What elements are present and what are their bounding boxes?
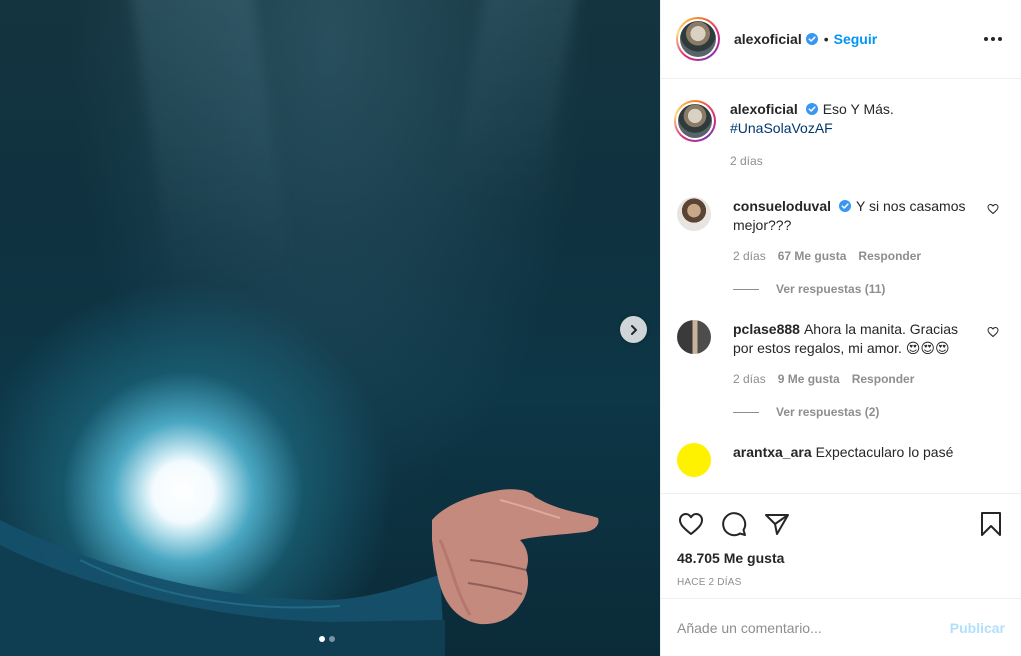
comment-item: consueloduval Y si nos casamos mejor??? 2… (677, 197, 1005, 266)
like-comment-heart-icon[interactable] (987, 326, 999, 338)
commenter-username[interactable]: consueloduval (733, 198, 831, 214)
chevron-right-icon (630, 324, 637, 335)
caption-avatar[interactable] (674, 100, 716, 142)
post-timestamp[interactable]: HACE 2 DÍAS (677, 577, 1005, 588)
view-replies-button[interactable]: Ver respuestas (2) (733, 405, 1005, 419)
publish-button[interactable]: Publicar (950, 620, 1005, 636)
post-actions: 48.705 Me gusta HACE 2 DÍAS (661, 493, 1021, 588)
author-username[interactable]: alexoficial (734, 31, 802, 47)
commenter-avatar[interactable] (677, 443, 711, 477)
comments-list[interactable]: alexoficial Eso Y Más. #UnaSolaVozAF 2 dí… (661, 80, 1021, 493)
like-count[interactable]: 48.705 Me gusta (677, 550, 1005, 566)
next-slide-button[interactable] (620, 316, 647, 343)
comment-item: pclase888 Ahora la manita. Gracias por es… (677, 320, 1005, 389)
avatar-image (680, 21, 716, 57)
post-image (0, 0, 660, 656)
comment-likes[interactable]: 67 Me gusta (778, 247, 847, 266)
comment-input[interactable] (677, 619, 950, 636)
replies-divider (733, 411, 759, 413)
carousel-indicator (319, 636, 335, 642)
commenter-avatar[interactable] (677, 197, 711, 231)
author-avatar[interactable] (676, 17, 720, 61)
ellipsis-icon (984, 37, 1002, 41)
comment-item: arantxa_ara Expectacularo lo pasé (677, 443, 1005, 477)
like-button[interactable] (677, 510, 705, 538)
comment-bubble-icon (722, 512, 747, 537)
carousel-dot (329, 636, 335, 642)
caption-username[interactable]: alexoficial (730, 101, 798, 117)
pointing-hand-illustration (0, 489, 599, 656)
view-replies-button[interactable]: Ver respuestas (11) (733, 282, 1005, 296)
comment-text: Expectacularo lo pasé (815, 444, 954, 460)
bookmark-icon (981, 512, 1001, 536)
commenter-username[interactable]: pclase888 (733, 321, 800, 337)
post-header: alexoficial • Seguir (661, 0, 1021, 79)
commenter-username[interactable]: arantxa_ara (733, 444, 812, 460)
carousel-dot-active (319, 636, 325, 642)
comment-time[interactable]: 2 días (733, 247, 766, 266)
more-options-button[interactable] (981, 27, 1005, 51)
comment-likes[interactable]: 9 Me gusta (778, 370, 840, 389)
comment-emoji: 😍😍😍 (905, 340, 950, 356)
verified-badge-icon (839, 200, 852, 212)
heart-icon (679, 513, 703, 535)
comment-composer: Publicar (661, 598, 1021, 656)
replies-divider (733, 288, 759, 290)
save-button[interactable] (977, 510, 1005, 538)
caption-time[interactable]: 2 días (730, 152, 763, 171)
like-comment-heart-icon[interactable] (987, 203, 999, 215)
verified-badge-icon (805, 103, 818, 115)
comment-time[interactable]: 2 días (733, 370, 766, 389)
caption-hashtag[interactable]: #UnaSolaVozAF (730, 119, 970, 138)
reply-button[interactable]: Responder (858, 247, 921, 266)
share-button[interactable] (763, 510, 791, 538)
caption-text: Eso Y Más. (822, 101, 894, 117)
follow-button[interactable]: Seguir (834, 31, 878, 47)
verified-badge-icon (805, 33, 818, 45)
reply-button[interactable]: Responder (852, 370, 915, 389)
paper-plane-icon (765, 514, 789, 535)
post-details-panel: alexoficial • Seguir alexoficial Eso Y Má… (660, 0, 1021, 656)
commenter-avatar[interactable] (677, 320, 711, 354)
caption: alexoficial Eso Y Más. #UnaSolaVozAF 2 dí… (674, 100, 1005, 171)
separator-dot: • (823, 31, 829, 47)
comment-button[interactable] (720, 510, 748, 538)
